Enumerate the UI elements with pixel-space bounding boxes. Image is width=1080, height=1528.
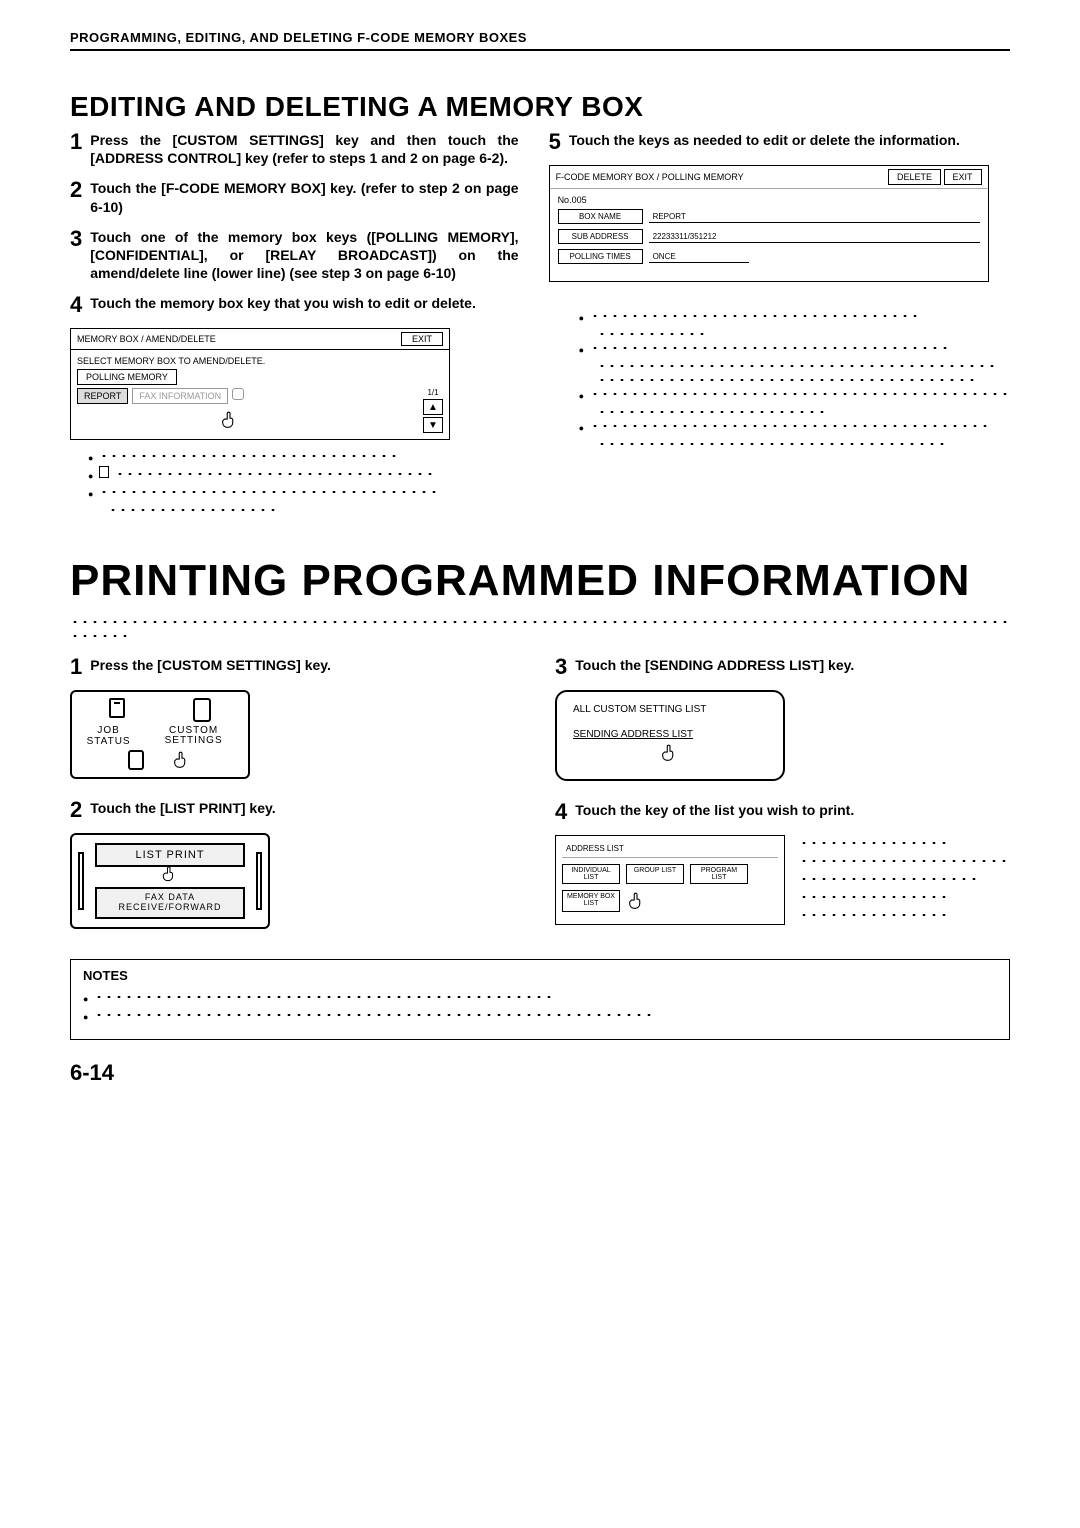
fax-data-receive-button[interactable]: FAX DATA RECEIVE/FORWARD: [95, 887, 245, 919]
step-number: 5: [549, 131, 561, 153]
step-number: 1: [70, 131, 82, 153]
notes-title: NOTES: [83, 968, 997, 983]
step-text: Touch the memory box key that you wish t…: [90, 294, 518, 312]
fax-information-button[interactable]: FAX INFORMATION: [132, 388, 228, 404]
report-button[interactable]: REPORT: [77, 388, 128, 404]
bullet-icon: [83, 989, 88, 1003]
touch-hand-icon: [160, 863, 180, 885]
step-4: 4 Touch the memory box key that you wish…: [70, 294, 519, 316]
bullet-icon: [88, 448, 93, 462]
section-title-edit-delete: EDITING AND DELETING A MEMORY BOX: [70, 91, 1010, 123]
group-list-button[interactable]: GROUP LIST: [626, 864, 684, 884]
boxname-label-button[interactable]: BOX NAME: [558, 209, 643, 224]
step-number: 2: [70, 799, 82, 821]
figure-header: F-CODE MEMORY BOX / POLLING MEMORY: [556, 172, 744, 182]
list-print-panel: LIST PRINT FAX DATA RECEIVE/FORWARD: [70, 833, 270, 929]
job-status-label: JOB STATUS: [78, 725, 139, 747]
polling-times-value: ONCE: [649, 251, 749, 263]
intro-dotted-text: [70, 612, 1010, 640]
step-text: Touch the key of the list you wish to pr…: [575, 801, 1010, 819]
doc-icon: [109, 698, 125, 718]
step-number: 4: [555, 801, 567, 823]
step-text: Touch the [LIST PRINT] key.: [90, 799, 525, 817]
step-text: Press the [CUSTOM SETTINGS] key.: [90, 656, 525, 674]
subaddress-value: 22233311/351212: [649, 231, 980, 243]
step-text: Touch the [SENDING ADDRESS LIST] key.: [575, 656, 1010, 674]
address-list-label: ADDRESS LIST: [562, 842, 778, 858]
figure-memory-box-amend: MEMORY BOX / AMEND/DELETE EXIT SELECT ME…: [70, 328, 450, 440]
bullet-icon: [88, 466, 93, 480]
subaddress-label-button[interactable]: SUB ADDRESS: [558, 229, 643, 244]
bullet-icon: [579, 308, 584, 322]
touch-hand-icon: [219, 409, 241, 431]
print-step-1: 1 Press the [CUSTOM SETTINGS] key.: [70, 656, 525, 678]
exit-button[interactable]: EXIT: [944, 169, 982, 185]
key-icon: [128, 750, 144, 770]
print-step-3: 3 Touch the [SENDING ADDRESS LIST] key.: [555, 656, 1010, 678]
step-3: 3 Touch one of the memory box keys ([POL…: [70, 228, 519, 283]
delete-button[interactable]: DELETE: [888, 169, 941, 185]
bullet-icon: [579, 418, 584, 432]
bullet-icon: [579, 340, 584, 354]
step-1: 1 Press the [CUSTOM SETTINGS] key and th…: [70, 131, 519, 167]
step-number: 4: [70, 294, 82, 316]
figure-subtitle: SELECT MEMORY BOX TO AMEND/DELETE.: [77, 356, 443, 366]
step-number: 3: [555, 656, 567, 678]
tab-polling-memory[interactable]: POLLING MEMORY: [77, 369, 177, 385]
page-number: 6-14: [70, 1060, 1010, 1086]
memory-box-list-button[interactable]: MEMORY BOX LIST: [562, 890, 620, 912]
step-number: 3: [70, 228, 82, 250]
circular-icon: [232, 388, 244, 400]
custom-settings-label: CUSTOM SETTINGS: [145, 726, 242, 746]
step-2: 2 Touch the [F-CODE MEMORY BOX] key. (re…: [70, 179, 519, 215]
touch-hand-icon: [626, 890, 648, 912]
step-number: 1: [70, 656, 82, 678]
page-header: PROGRAMMING, EDITING, AND DELETING F-COD…: [70, 30, 1010, 51]
custom-settings-panel: JOB STATUS CUSTOM SETTINGS: [70, 690, 250, 779]
bullet-icon: [579, 386, 584, 400]
section-title-printing: PRINTING PROGRAMMED INFORMATION: [70, 556, 1010, 606]
print-step-4: 4 Touch the key of the list you wish to …: [555, 801, 1010, 823]
touch-hand-icon: [171, 749, 193, 771]
figure-fcode-polling: F-CODE MEMORY BOX / POLLING MEMORY DELET…: [549, 165, 989, 282]
individual-list-button[interactable]: INDIVIDUAL LIST: [562, 864, 620, 884]
doc-icon: [99, 466, 109, 478]
side-dotted-text: [799, 835, 1010, 925]
boxname-value: REPORT: [649, 211, 980, 223]
bullet-icon: [88, 484, 93, 498]
figure-title: MEMORY BOX / AMEND/DELETE: [77, 334, 216, 344]
custom-settings-key-icon[interactable]: [193, 698, 211, 722]
touch-hand-icon: [659, 742, 681, 764]
sending-address-list-label[interactable]: SENDING ADDRESS LIST: [573, 729, 767, 740]
page-indicator: 1/1: [423, 388, 443, 397]
box-number: No.005: [558, 195, 980, 205]
step-text: Touch the [F-CODE MEMORY BOX] key. (refe…: [90, 179, 518, 215]
step-number: 2: [70, 179, 82, 201]
print-step-2: 2 Touch the [LIST PRINT] key.: [70, 799, 525, 821]
bullet-list-step4: [88, 448, 519, 512]
address-list-figure: ADDRESS LIST INDIVIDUAL LIST GROUP LIST …: [555, 835, 785, 925]
down-arrow-button[interactable]: ▼: [423, 417, 443, 433]
up-arrow-button[interactable]: ▲: [423, 399, 443, 415]
step-text: Press the [CUSTOM SETTINGS] key and then…: [90, 131, 518, 167]
bullet-icon: [83, 1007, 88, 1021]
step-text: Touch the keys as needed to edit or dele…: [569, 131, 1010, 149]
polling-times-label-button[interactable]: POLLING TIMES: [558, 249, 643, 264]
bullet-list-step5: [579, 308, 1010, 446]
sending-address-figure: ALL CUSTOM SETTING LIST SENDING ADDRESS …: [555, 690, 785, 781]
step-text: Touch one of the memory box keys ([POLLI…: [90, 228, 518, 283]
program-list-button[interactable]: PROGRAM LIST: [690, 864, 748, 884]
exit-button[interactable]: EXIT: [401, 332, 443, 346]
all-custom-setting-label: ALL CUSTOM SETTING LIST: [573, 704, 767, 715]
step-5: 5 Touch the keys as needed to edit or de…: [549, 131, 1010, 153]
notes-box: NOTES: [70, 959, 1010, 1040]
